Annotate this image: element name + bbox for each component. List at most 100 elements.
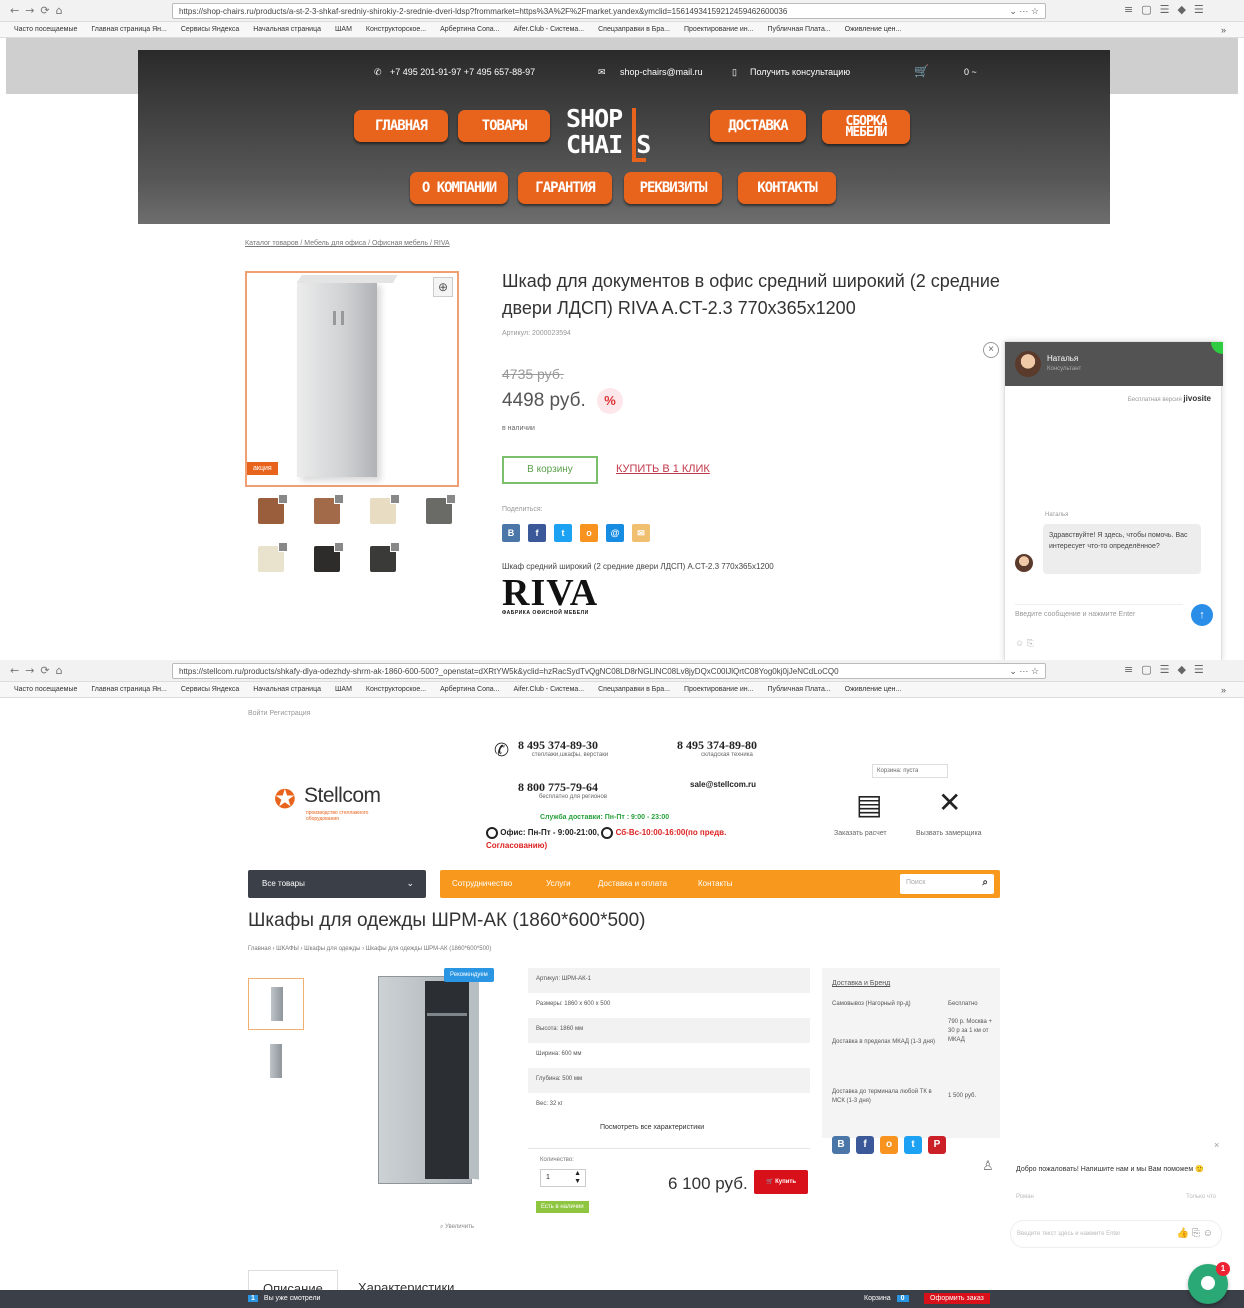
tools-icon[interactable]: ✕ [938, 786, 961, 819]
nav-about[interactable]: О КОМПАНИИ [410, 172, 508, 204]
bookmarks-overflow-icon[interactable]: » [1221, 685, 1226, 695]
zoom-link[interactable]: ⌕ Увеличить [440, 1224, 474, 1231]
nav-buttons[interactable]: ←→⟳⌂ [10, 664, 69, 677]
cart-icon[interactable]: 🛒 [914, 64, 929, 78]
url-controls[interactable]: ⌄ ··· ☆ [1009, 666, 1039, 677]
share-button[interactable]: @ [606, 524, 624, 542]
share-button[interactable]: P [928, 1136, 946, 1154]
bookmark-item[interactable]: Конструкторское... [366, 686, 426, 693]
delivery-title[interactable]: Доставка и Бренд [832, 980, 890, 987]
bookmark-item[interactable]: Спецзаправки в Бра... [598, 26, 670, 33]
bottom-cart[interactable]: Корзина 0 [864, 1295, 909, 1302]
color-swatch[interactable] [258, 542, 288, 572]
order-calc-link[interactable]: Заказать расчет [834, 830, 887, 837]
bookmark-item[interactable]: ШАМ [335, 686, 352, 693]
nav-delivery[interactable]: ДОСТАВКА [710, 110, 806, 142]
attach-emoji-icons[interactable]: ☺ ⎘ [1015, 638, 1034, 649]
color-swatch[interactable] [258, 494, 288, 524]
bookmark-item[interactable]: Арбертина Сопа... [440, 26, 499, 33]
toolbar-icons[interactable]: ≡▢☰◆☰ [1124, 663, 1212, 676]
bookmark-item[interactable]: Оживление цен... [845, 26, 902, 33]
bookmark-item[interactable]: Арбертина Сопа... [440, 686, 499, 693]
buy-button[interactable]: 🛒 Купить [754, 1170, 808, 1194]
quantity-stepper[interactable]: 1 ▲ ▼ [540, 1169, 586, 1187]
chat-input[interactable]: Введите текст здесь и нажмите Enter 👍 ⎘ ☺ [1010, 1220, 1222, 1248]
checkout-button[interactable]: Оформить заказ [924, 1293, 990, 1304]
share-button[interactable]: f [856, 1136, 874, 1154]
bookmark-item[interactable]: Сервисы Яндекса [181, 686, 239, 693]
nav-warranty[interactable]: ГАРАНТИЯ [518, 172, 612, 204]
phone-1[interactable]: 8 495 374-89-30 [518, 738, 598, 753]
viewed-link[interactable]: 1 Вы уже смотрели [248, 1295, 320, 1302]
bookmark-item[interactable]: Часто посещаемые [14, 26, 77, 33]
menu-contacts[interactable]: Контакты [698, 879, 733, 888]
color-swatch[interactable] [314, 494, 344, 524]
share-button[interactable]: о [580, 524, 598, 542]
url-field[interactable]: https://shop-chairs.ru/products/a-st-2-3… [172, 3, 1046, 19]
call-measurer-link[interactable]: Вызвать замерщика [916, 830, 982, 837]
phone-2[interactable]: 8 495 374-89-80 [677, 738, 757, 753]
add-to-cart-button[interactable]: В корзину [502, 456, 598, 484]
product-main-image[interactable]: ⊕ акция [245, 271, 459, 487]
nav-assembly[interactable]: СБОРКА МЕБЕЛИ [822, 110, 910, 144]
menu-cooperation[interactable]: Сотрудничество [452, 879, 512, 888]
bookmark-item[interactable]: Публичная Плата... [768, 26, 831, 33]
header-email[interactable]: shop-chairs@mail.ru [620, 67, 703, 77]
send-icon[interactable]: ↑ [1191, 604, 1213, 626]
bookmark-item[interactable]: Aifer.Club - Система... [514, 686, 585, 693]
share-button[interactable]: о [880, 1136, 898, 1154]
bookmark-item[interactable]: Aifer.Club - Система... [514, 26, 585, 33]
bookmark-item[interactable]: Проектирование ин... [684, 26, 754, 33]
nav-products[interactable]: ТОВАРЫ [458, 110, 550, 142]
stellcom-logo[interactable]: ✪ Stellcom производство стеллажного обор… [274, 784, 404, 824]
color-swatch[interactable] [370, 542, 400, 572]
breadcrumb[interactable]: Каталог товаров / Мебель для офиса / Офи… [245, 240, 450, 247]
phone-3[interactable]: 8 800 775-79-64 [518, 780, 598, 795]
zoom-icon[interactable]: ⊕ [433, 277, 453, 297]
url-controls[interactable]: ⌄ ··· ☆ [1009, 6, 1039, 17]
share-button[interactable]: В [832, 1136, 850, 1154]
bookmark-item[interactable]: Главная страница Ян... [91, 26, 166, 33]
bookmark-item[interactable]: Начальная страница [253, 686, 321, 693]
product-thumbnail[interactable] [248, 1036, 304, 1088]
nav-home[interactable]: ГЛАВНАЯ [354, 110, 448, 142]
bookmark-item[interactable]: Оживление цен... [845, 686, 902, 693]
bookmark-item[interactable]: Публичная Плата... [768, 686, 831, 693]
bookmark-item[interactable]: Главная страница Ян... [91, 686, 166, 693]
bookmark-item[interactable]: ШАМ [335, 26, 352, 33]
product-thumbnail[interactable] [248, 978, 304, 1030]
nav-buttons[interactable]: ←→⟳⌂ [10, 4, 69, 17]
bookmark-item[interactable]: Спецзаправки в Бра... [598, 686, 670, 693]
header-phones[interactable]: +7 495 201-91-97 +7 495 657-88-97 [390, 67, 535, 77]
consult-link[interactable]: Получить консультацию [750, 67, 850, 77]
breadcrumb[interactable]: Главная › ШКАФЫ › Шкафы для одежды › Шка… [248, 946, 491, 952]
url-field[interactable]: https://stellcom.ru/products/shkafy-dlya… [172, 663, 1046, 679]
shop-chairs-logo[interactable]: SHOP CHAI S [566, 106, 706, 164]
cart-count[interactable]: 0 ~ [964, 67, 977, 77]
share-button[interactable]: f [528, 524, 546, 542]
bookmark-item[interactable]: Конструкторское... [366, 26, 426, 33]
color-swatch[interactable] [426, 494, 456, 524]
login-links[interactable]: Войти Регистрация [248, 710, 310, 717]
chat-launcher-button[interactable]: 1 [1188, 1262, 1230, 1304]
stepper-arrows-icon[interactable]: ▲ ▼ [574, 1170, 581, 1186]
brand-logo[interactable]: RIVA ФАБРИКА ОФИСНОЙ МЕБЕЛИ [502, 574, 618, 620]
buy-one-click-link[interactable]: КУПИТЬ В 1 КЛИК [616, 463, 710, 475]
menu-delivery[interactable]: Доставка и оплата [598, 879, 667, 888]
chat-close-icon[interactable]: × [1214, 1140, 1219, 1150]
share-button[interactable]: t [554, 524, 572, 542]
toolbar-icons[interactable]: ≡▢☰◆☰ [1124, 3, 1212, 16]
all-specs-link[interactable]: Посмотреть все характеристики [600, 1124, 704, 1131]
document-icon[interactable]: ▤ [856, 788, 882, 821]
color-swatch[interactable] [370, 494, 400, 524]
nav-requisites[interactable]: РЕКВИЗИТЫ [624, 172, 722, 204]
search-input[interactable]: Поиск ⌕ [900, 874, 994, 894]
sales-email[interactable]: sale@stellcom.ru [690, 780, 756, 789]
chat-close-icon[interactable]: × [983, 342, 999, 358]
bookmark-item[interactable]: Сервисы Яндекса [181, 26, 239, 33]
bookmark-item[interactable]: Начальная страница [253, 26, 321, 33]
search-icon[interactable]: ⌕ [982, 877, 988, 888]
menu-services[interactable]: Услуги [546, 879, 571, 888]
product-main-image[interactable] [378, 976, 479, 1184]
chat-actions-icons[interactable]: 👍 ⎘ ☺ [1177, 1228, 1213, 1239]
